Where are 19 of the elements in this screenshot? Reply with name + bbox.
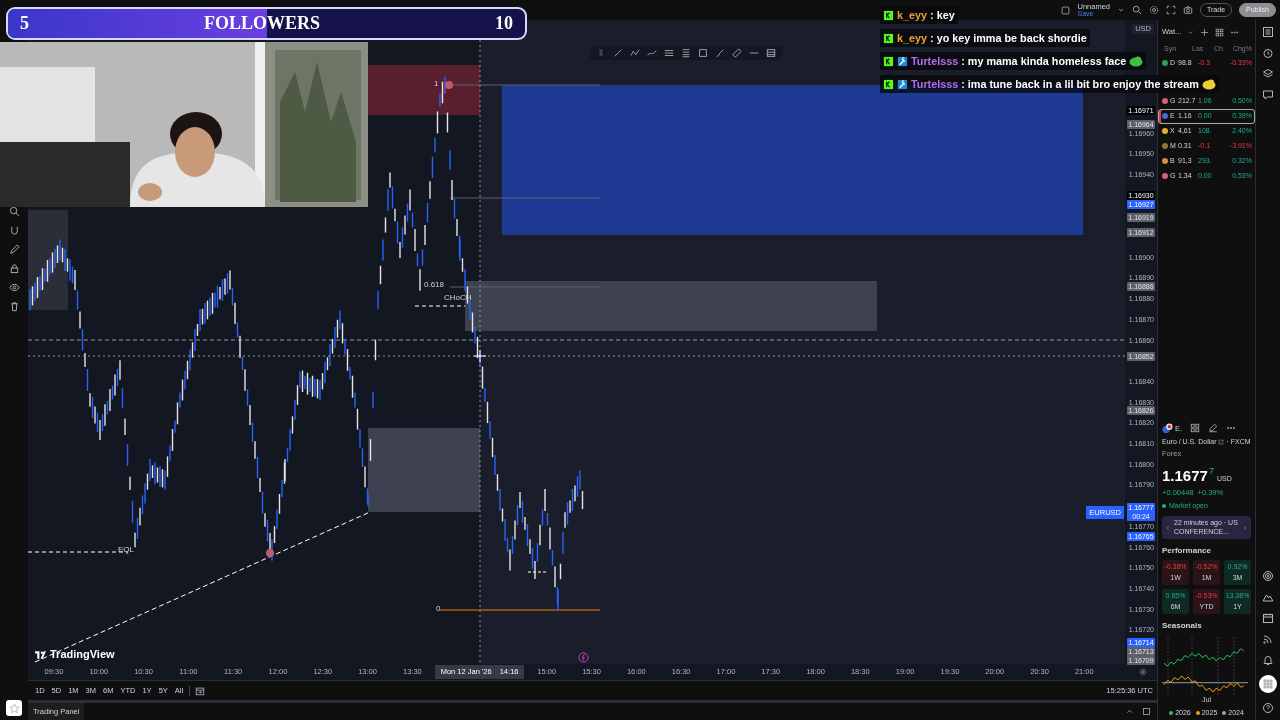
chat-text: : yo key imma be back shordie bbox=[930, 30, 1087, 46]
chat-username: Turtelsss bbox=[911, 53, 959, 69]
chat-username: k_eyy bbox=[897, 7, 928, 23]
price-digit: 7 bbox=[1208, 464, 1214, 478]
logo-text[interactable]: TradingView bbox=[50, 646, 115, 663]
chart-label: 1 bbox=[434, 80, 439, 88]
chat-text: : ima tune back in a lil bit bro enjoy the stream bbox=[961, 76, 1199, 92]
section-title: Performance bbox=[1162, 545, 1212, 557]
chart-label: 0.618 bbox=[424, 281, 445, 289]
followers-count: 5 bbox=[20, 12, 29, 35]
chat-username: Turtelsss bbox=[911, 76, 959, 92]
section-title: Seasonals bbox=[1162, 620, 1203, 632]
chat-text: : key bbox=[930, 7, 955, 23]
price-value: 1.1677 bbox=[1162, 465, 1208, 486]
chart-label: EQL bbox=[118, 546, 134, 554]
chat-username: k_eyy bbox=[897, 30, 928, 46]
followers-goal: 10 bbox=[495, 12, 513, 35]
chat-text: : my mama kinda homeless face bbox=[961, 53, 1127, 69]
chart-label: 0 bbox=[436, 605, 441, 613]
